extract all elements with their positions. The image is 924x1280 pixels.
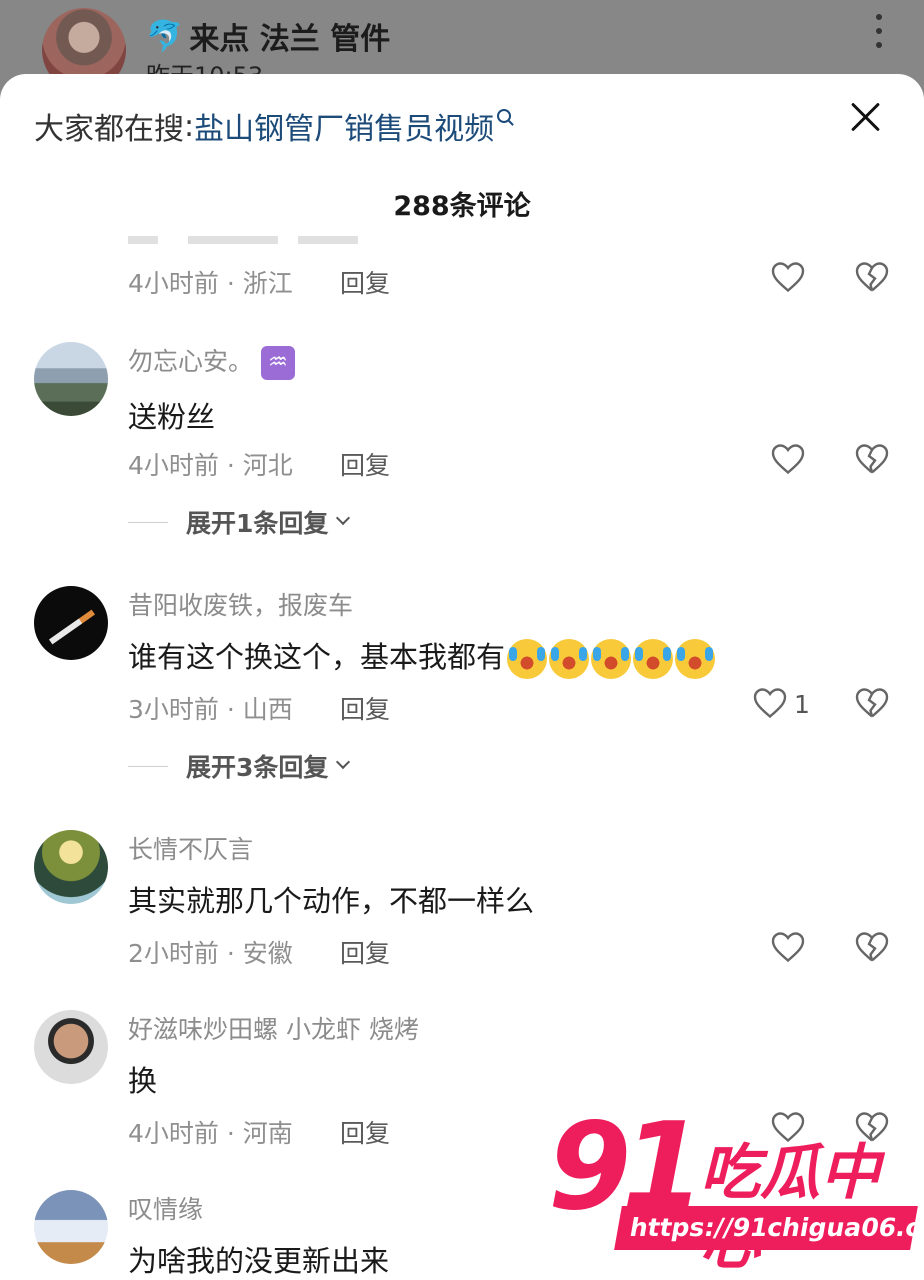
watermark-logo: 91 吃瓜中心 https://91chigua06.com <box>548 1108 924 1279</box>
avatar[interactable] <box>34 830 108 904</box>
heart-outline-icon[interactable] <box>770 260 806 294</box>
comment-text: 谁有这个换这个，基本我都有 <box>128 634 716 679</box>
laughing-crying-emoji-icon <box>549 639 590 679</box>
comment-text: 其实就那几个动作，不都一样么 <box>128 884 535 918</box>
video-title: 🐬 来点 法兰 管件 <box>146 14 390 58</box>
trending-search[interactable]: 大家都在搜 : 盐山钢管厂销售员视频 <box>34 104 512 148</box>
comment-meta: 4小时前 · 河南 <box>128 1119 293 1148</box>
reply-button[interactable]: 回复 <box>340 934 390 970</box>
comment-meta: 4小时前 · 浙江 <box>128 269 293 298</box>
broken-heart-icon[interactable] <box>854 686 890 720</box>
laughing-crying-emoji-icon <box>591 639 632 679</box>
reply-button[interactable]: 回复 <box>340 446 390 482</box>
broken-heart-icon[interactable] <box>854 260 890 294</box>
comment-text: 换 <box>128 1064 158 1098</box>
broken-heart-icon[interactable] <box>854 442 890 476</box>
search-term[interactable]: 盐山钢管厂销售员视频 <box>194 104 494 148</box>
like-count: 1 <box>794 690 810 719</box>
broken-heart-icon[interactable] <box>854 930 890 964</box>
watermark-url: https://91chigua06.com <box>614 1206 924 1250</box>
chevron-down-icon <box>336 754 351 770</box>
search-colon: : <box>184 108 195 144</box>
search-prefix: 大家都在搜 <box>34 112 184 147</box>
aquarius-icon: ♒ <box>261 346 296 380</box>
comment-count: 288条评论 <box>393 191 531 222</box>
reply-button[interactable]: 回复 <box>340 264 390 300</box>
comment-text: 为啥我的没更新出来 <box>128 1244 390 1278</box>
author-name: 勿忘心安。 <box>128 347 254 376</box>
dolphin-icon: 🐬 <box>146 18 184 54</box>
comment-text: 送粉丝 <box>128 400 216 434</box>
video-title-text: 来点 法兰 管件 <box>189 22 391 57</box>
avatar[interactable] <box>34 1010 108 1084</box>
avatar[interactable] <box>34 586 108 660</box>
cutoff-comment-text <box>128 236 388 244</box>
heart-outline-icon[interactable] <box>770 930 806 964</box>
comment-author[interactable]: 好滋味炒田螺 小龙虾 烧烤 <box>128 1010 419 1046</box>
more-vertical-icon[interactable] <box>874 14 884 48</box>
laughing-crying-emoji-icon <box>633 639 674 679</box>
comment-meta: 2小时前 · 安徽 <box>128 939 293 968</box>
expand-replies-label: 展开3条回复 <box>186 753 329 782</box>
comment-author[interactable]: 长情不仄言 <box>128 830 253 866</box>
reply-button[interactable]: 回复 <box>340 1114 390 1150</box>
chevron-down-icon <box>336 510 351 526</box>
expand-replies-button[interactable]: 展开3条回复 <box>128 748 351 784</box>
close-icon[interactable] <box>850 102 880 132</box>
laughing-crying-emoji-icon <box>675 639 716 679</box>
avatar[interactable] <box>34 1190 108 1264</box>
heart-outline-icon[interactable] <box>770 442 806 476</box>
comment-sheet: 大家都在搜 : 盐山钢管厂销售员视频 288条评论 4小时前 · 浙江 回复 勿… <box>0 74 924 1280</box>
laughing-crying-emoji-icon <box>507 639 548 679</box>
comment-meta: 4小时前 · 河北 <box>128 451 293 480</box>
comment-meta: 3小时前 · 山西 <box>128 695 293 724</box>
comment-author[interactable]: 昔阳收废铁，报废车 <box>128 586 353 622</box>
avatar[interactable] <box>34 342 108 416</box>
search-icon <box>497 109 512 123</box>
reply-button[interactable]: 回复 <box>340 690 390 726</box>
comment-author[interactable]: 勿忘心安。 ♒ <box>128 342 296 380</box>
heart-outline-icon[interactable] <box>752 686 788 720</box>
comment-author[interactable]: 叹情缘 <box>128 1190 203 1226</box>
comment-text-body: 谁有这个换这个，基本我都有 <box>128 640 506 674</box>
expand-replies-label: 展开1条回复 <box>186 509 329 538</box>
expand-replies-button[interactable]: 展开1条回复 <box>128 504 351 540</box>
